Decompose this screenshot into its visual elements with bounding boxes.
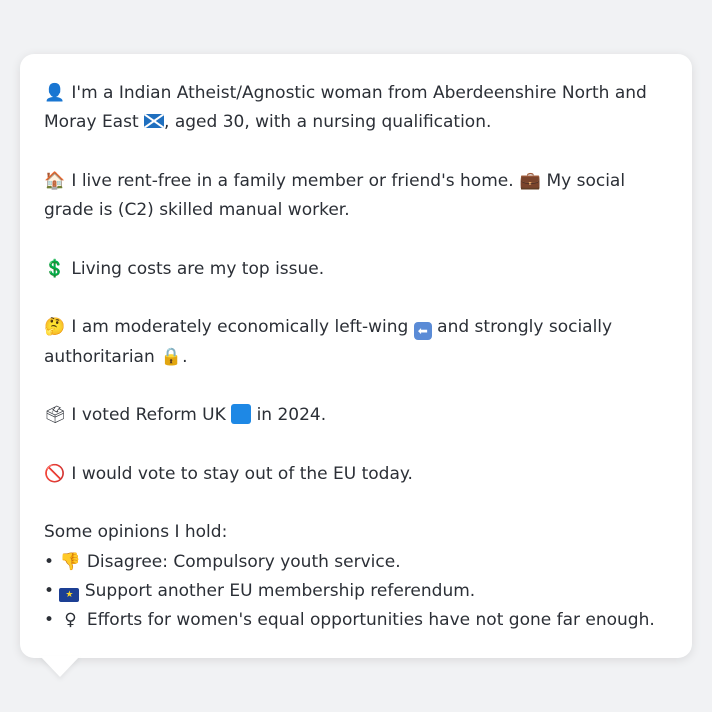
opinion-text: Efforts for women's equal opportunities … [86,610,655,631]
list-item: • ★ Support another EU membership refere… [44,577,668,606]
list-item: • ♀ Efforts for women's equal opportunit… [44,606,668,635]
ballot-box-icon: 🗳 [44,405,66,426]
eu-flag-icon: ★ [59,588,80,603]
female-sign-icon: ♀ [64,610,77,631]
lock-icon: 🔒 [160,346,182,367]
bullet: • [44,610,55,631]
opinions-heading: Some opinions I hold: [44,522,228,543]
left-arrow-icon: ⬅ [413,322,432,341]
politics-end-text: . [182,346,188,367]
persona-card: 👤 I'm a Indian Atheist/Agnostic woman fr… [20,54,692,658]
vote-year-text: in 2024. [256,405,327,426]
identity-age-text: , aged 30, with a nursing qualification. [164,112,492,133]
dollar-icon: 💲 [44,258,66,279]
briefcase-icon: 💼 [519,170,541,191]
vote-text: I voted Reform UK [71,405,226,426]
housing-text: I live rent-free in a family member or f… [71,170,514,191]
eu-text: I would vote to stay out of the EU today… [71,463,413,484]
scotland-flag-icon [144,114,165,129]
vote-line: 🗳 I voted Reform UK in 2024. [44,401,668,430]
speech-bubble-tail [40,656,80,677]
eu-line: 🚫 I would vote to stay out of the EU tod… [44,460,668,489]
prohibited-icon: 🚫 [44,463,66,484]
identity-line: 👤 I'm a Indian Atheist/Agnostic woman fr… [44,79,668,138]
house-icon: 🏠 [44,170,66,191]
economic-text: I am moderately economically left-wing [71,317,409,338]
issue-text: Living costs are my top issue. [71,258,325,279]
list-item: • 👎 Disagree: Compulsory youth service. [44,548,668,577]
opinion-text: Disagree: Compulsory youth service. [86,551,401,572]
person-icon: 👤 [44,83,66,103]
opinions-list: • 👎 Disagree: Compulsory youth service. … [44,548,668,636]
thumbs-down-icon: 👎 [59,551,82,572]
opinion-text: Support another EU membership referendum… [84,581,476,602]
bullet: • [44,551,55,572]
issue-line: 💲 Living costs are my top issue. [44,255,668,284]
opinions-section: Some opinions I hold: • 👎 Disagree: Comp… [44,518,668,635]
housing-line: 🏠 I live rent-free in a family member or… [44,167,668,226]
bullet: • [44,581,55,602]
party-color-square-icon [231,404,252,425]
politics-line: 🤔 I am moderately economically left-wing… [44,313,668,372]
thinking-face-icon: 🤔 [44,317,66,338]
